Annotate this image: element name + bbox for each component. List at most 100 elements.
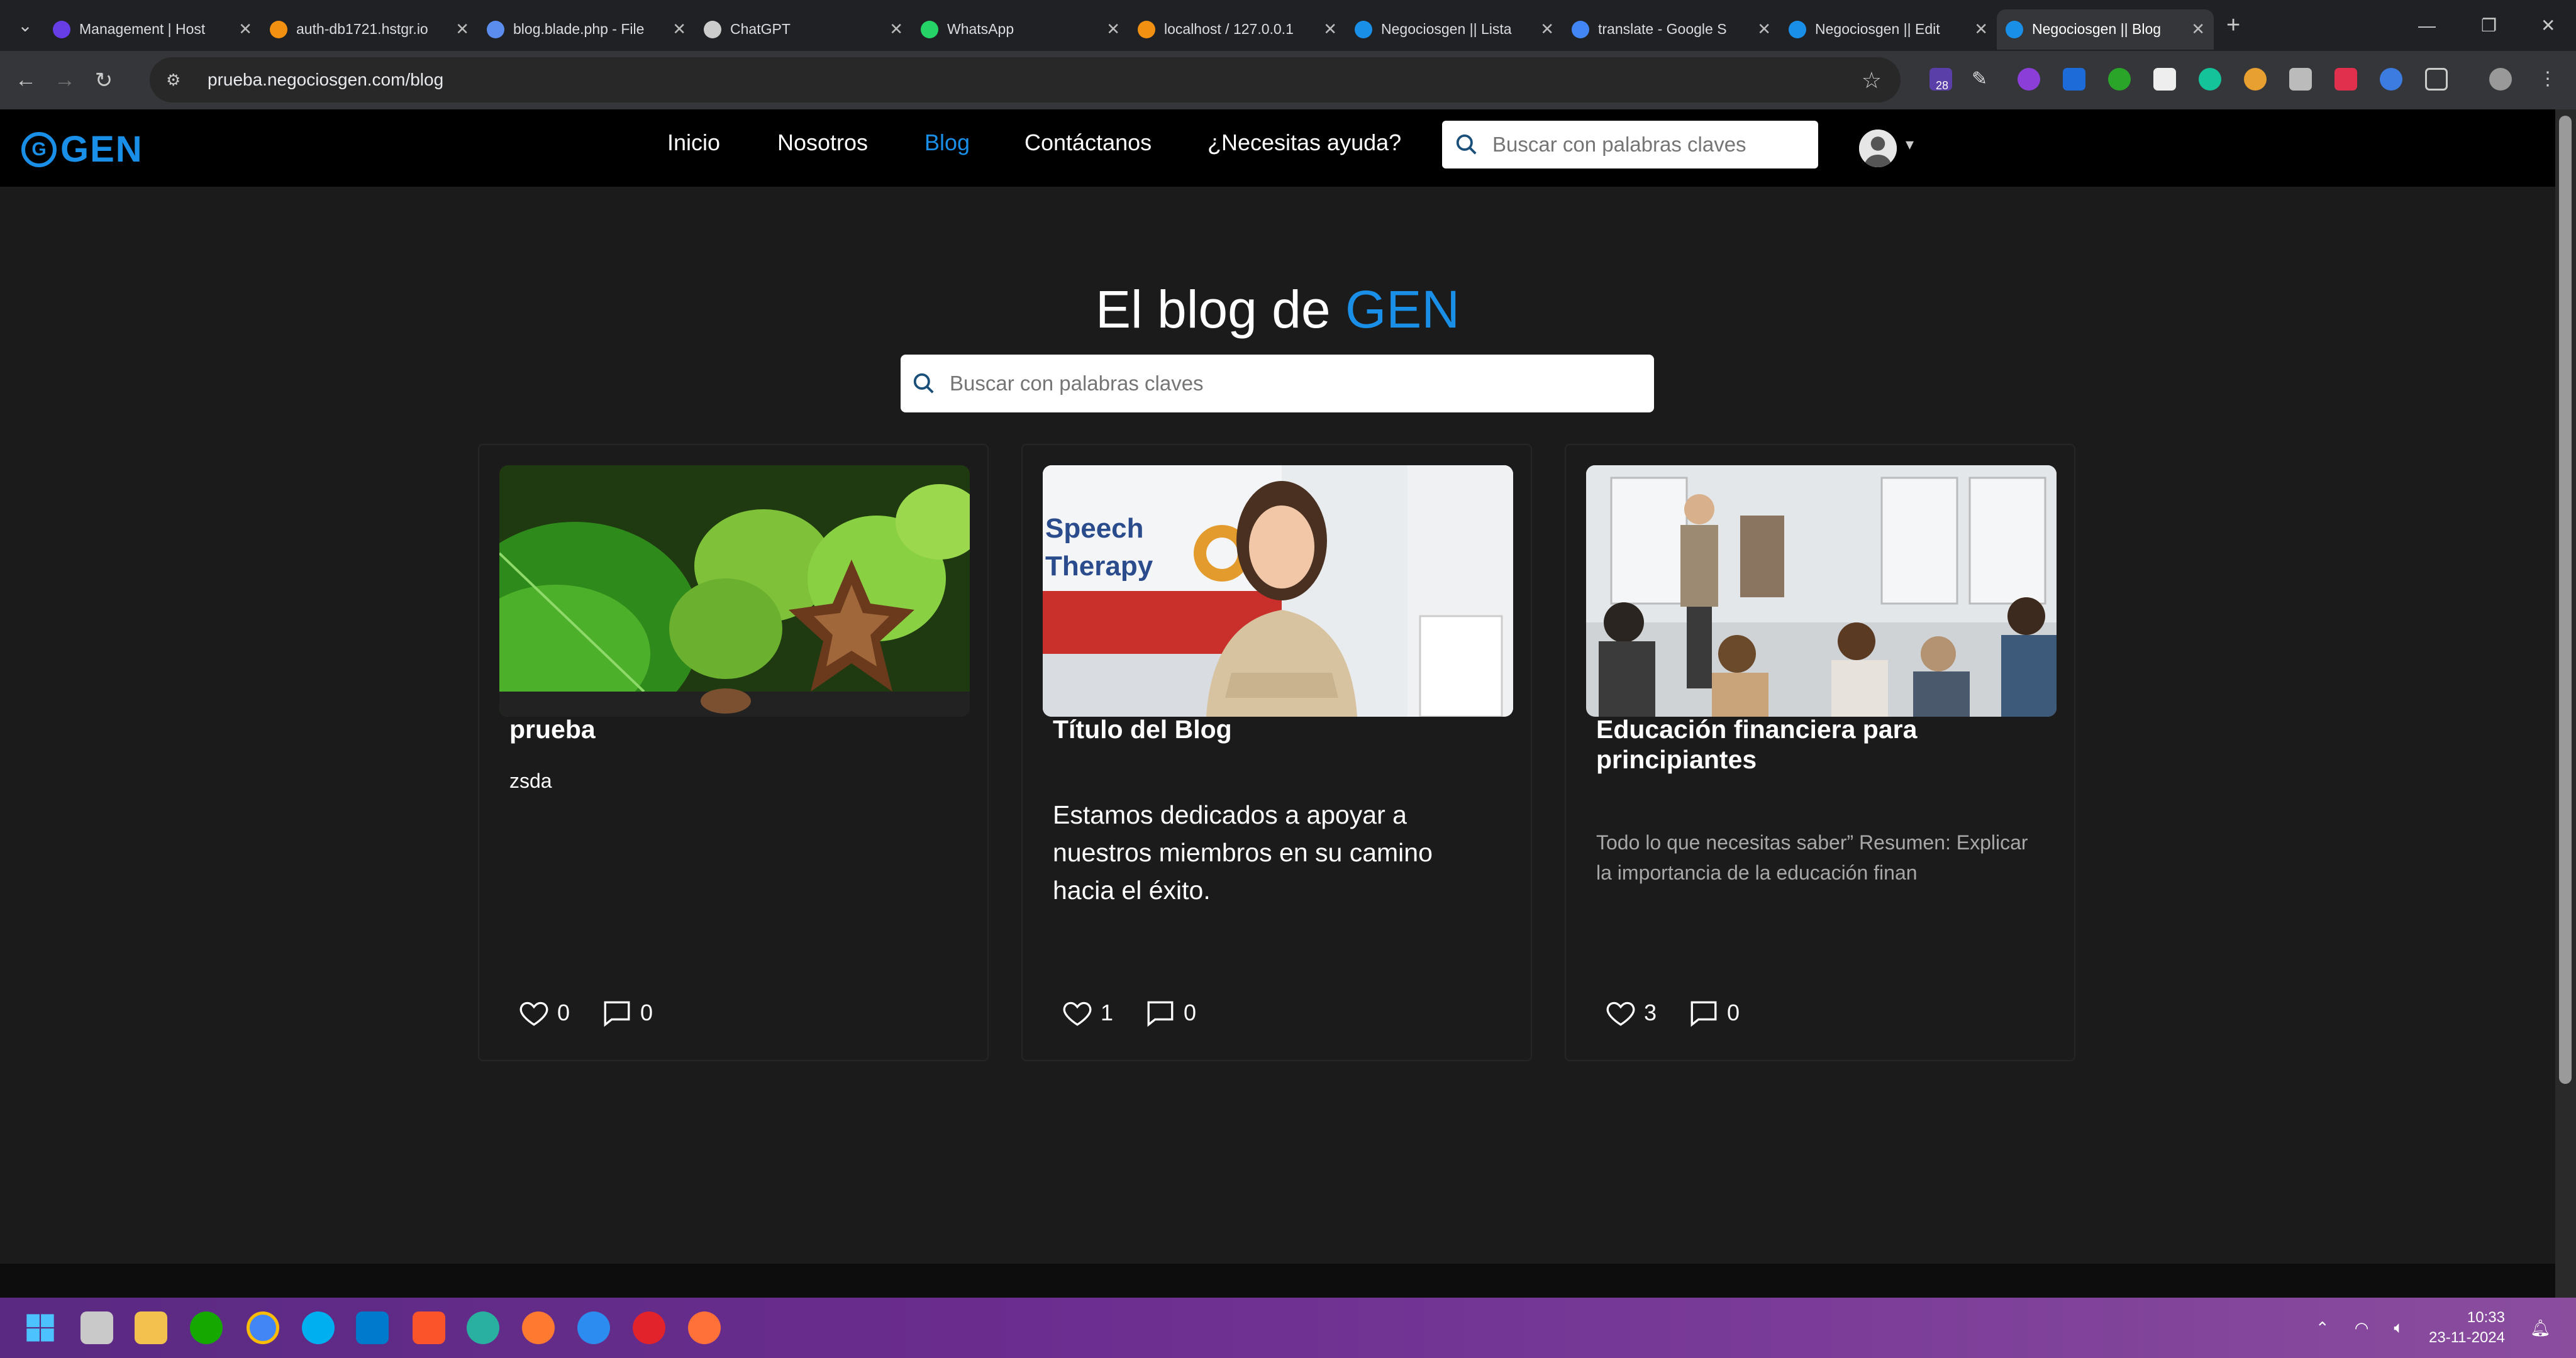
browser-tab[interactable]: localhost / 127.0.0.1 ✕ (1129, 9, 1346, 50)
browser-tab[interactable]: Negociosgen || Edit ✕ (1780, 9, 1997, 50)
skype-icon[interactable] (302, 1311, 335, 1344)
header-search-box[interactable] (1442, 121, 1818, 168)
tab-favicon-icon (1138, 20, 1155, 38)
comment-icon[interactable] (1688, 997, 1719, 1029)
comment-icon[interactable] (601, 997, 633, 1029)
browser-tab[interactable]: ChatGPT ✕ (695, 9, 912, 50)
extension-icon[interactable] (2244, 68, 2267, 91)
header-search-input[interactable] (1491, 132, 1785, 157)
tab-title: WhatsApp (947, 21, 1014, 37)
blog-search-box[interactable] (901, 355, 1654, 412)
opera-icon[interactable] (633, 1311, 665, 1344)
eyedropper-icon[interactable]: ✎ (1972, 68, 1994, 91)
browser-tab[interactable]: Management | Host ✕ (44, 9, 261, 50)
nav-blog[interactable]: Blog (924, 130, 970, 156)
file-explorer-icon[interactable] (135, 1311, 167, 1344)
site-logo[interactable]: G GEN (21, 128, 143, 170)
grammarly-icon[interactable] (2199, 68, 2221, 91)
reload-icon[interactable]: ↻ (84, 68, 123, 93)
nav-inicio[interactable]: Inicio (667, 130, 720, 156)
close-icon[interactable]: ✕ (455, 19, 469, 39)
vscode-icon[interactable] (356, 1311, 389, 1344)
new-tab-button[interactable]: + (2226, 12, 2240, 39)
extensions-puzzle-icon[interactable] (2425, 68, 2448, 91)
comment-icon[interactable] (1145, 997, 1176, 1029)
clock-time: 10:33 (2467, 1309, 2505, 1326)
nav-contactanos[interactable]: Contáctanos (1024, 130, 1152, 156)
extension-icon[interactable] (2018, 68, 2040, 91)
browser-toolbar: ← → ↻ ⚙ prueba.negociosgen.com/blog ☆ (0, 51, 2576, 109)
post-image[interactable] (499, 465, 970, 717)
extension-icon[interactable] (2108, 68, 2131, 91)
post-image[interactable] (1586, 465, 2057, 717)
edge-icon[interactable] (467, 1311, 499, 1344)
close-icon[interactable]: ✕ (2191, 19, 2205, 39)
post-title[interactable]: Educación financiera para principiantes (1596, 714, 2036, 775)
heart-icon[interactable] (518, 997, 550, 1029)
close-icon[interactable]: ✕ (1974, 19, 1988, 39)
blog-card[interactable]: Educación financiera para principiantes … (1565, 444, 2075, 1061)
back-arrow-icon[interactable]: ← (6, 68, 45, 92)
close-icon[interactable]: ✕ (1106, 19, 1120, 39)
firefox-icon[interactable] (688, 1311, 721, 1344)
clock[interactable]: 10:33 23-11-2024 (2429, 1308, 2505, 1348)
chevron-up-icon[interactable]: ⌃ (2316, 1318, 2329, 1338)
extension-badge: 28 (1936, 79, 1949, 92)
heart-icon[interactable] (1605, 997, 1636, 1029)
extension-icon[interactable] (2153, 68, 2176, 91)
postman-icon[interactable] (522, 1311, 555, 1344)
upwork-icon[interactable] (190, 1311, 223, 1344)
notification-bell-icon[interactable]: 🔔︎ (2530, 1318, 2551, 1338)
windows-start-icon[interactable] (24, 1311, 57, 1344)
user-avatar[interactable] (1859, 130, 1897, 167)
blog-search-input[interactable] (948, 371, 1545, 396)
close-icon[interactable]: ✕ (1757, 19, 1771, 39)
wifi-icon[interactable]: ◠ (2355, 1318, 2369, 1338)
close-icon[interactable]: ✕ (1540, 19, 1554, 39)
site-settings-icon[interactable]: ⚙ (166, 70, 185, 89)
post-image[interactable]: Speech Therapy (1043, 465, 1513, 717)
browser-tab[interactable]: translate - Google S ✕ (1563, 9, 1780, 50)
close-icon[interactable]: ✕ (889, 19, 903, 39)
volume-icon[interactable]: 🔈︎ (2394, 1318, 2404, 1338)
browser-tab[interactable]: auth-db1721.hstgr.io ✕ (261, 9, 478, 50)
tab-search-button[interactable]: ⌄ (6, 7, 44, 45)
page-scrollbar[interactable] (2555, 109, 2576, 1298)
blog-card[interactable]: Speech Therapy Título del Blog Estamos d… (1021, 444, 1532, 1061)
browser-tab[interactable]: Negociosgen || Lista ✕ (1346, 9, 1563, 50)
url-text[interactable]: prueba.negociosgen.com/blog (208, 70, 443, 90)
heart-icon[interactable] (1062, 997, 1093, 1029)
extension-icon[interactable] (2380, 68, 2402, 91)
window-close-button[interactable]: ✕ (2541, 0, 2555, 51)
post-title[interactable]: Título del Blog (1053, 714, 1493, 744)
scrollbar-thumb[interactable] (2559, 116, 2572, 1084)
browser-tab[interactable]: WhatsApp ✕ (912, 9, 1129, 50)
extension-icon[interactable] (2063, 68, 2085, 91)
extension-icon[interactable] (2289, 68, 2312, 91)
chevron-down-icon[interactable]: ▾ (1906, 135, 1914, 154)
chrome-icon[interactable] (247, 1311, 279, 1344)
close-icon[interactable]: ✕ (1323, 19, 1337, 39)
browser-menu-icon[interactable]: ⋮ (2538, 68, 2561, 91)
speech-text: Speech (1045, 513, 1144, 544)
forward-arrow-icon[interactable]: → (45, 68, 84, 92)
post-title[interactable]: prueba (509, 714, 950, 744)
address-bar[interactable]: ⚙ prueba.negociosgen.com/blog ☆ (150, 57, 1901, 102)
blog-card[interactable]: prueba zsda 0 0 (478, 444, 989, 1061)
task-view-icon[interactable] (80, 1311, 113, 1344)
restore-button[interactable]: ❐ (2481, 0, 2497, 51)
browser-tab-active[interactable]: Negociosgen || Blog ✕ (1997, 9, 2214, 50)
extension-icon[interactable] (2334, 68, 2357, 91)
brave-icon[interactable] (413, 1311, 445, 1344)
profile-avatar[interactable] (2489, 68, 2512, 91)
nav-ayuda[interactable]: ¿Necesitas ayuda? (1208, 130, 1401, 156)
browser-tab[interactable]: blog.blade.php - File ✕ (478, 9, 695, 50)
bookmark-star-icon[interactable]: ☆ (1862, 67, 1882, 94)
sacha-inchi-image (499, 465, 970, 717)
close-icon[interactable]: ✕ (238, 19, 252, 39)
close-icon[interactable]: ✕ (672, 19, 686, 39)
tab-title: blog.blade.php - File (513, 21, 645, 37)
app-icon[interactable] (577, 1311, 610, 1344)
nav-nosotros[interactable]: Nosotros (777, 130, 868, 156)
minimize-button[interactable]: — (2418, 0, 2436, 51)
